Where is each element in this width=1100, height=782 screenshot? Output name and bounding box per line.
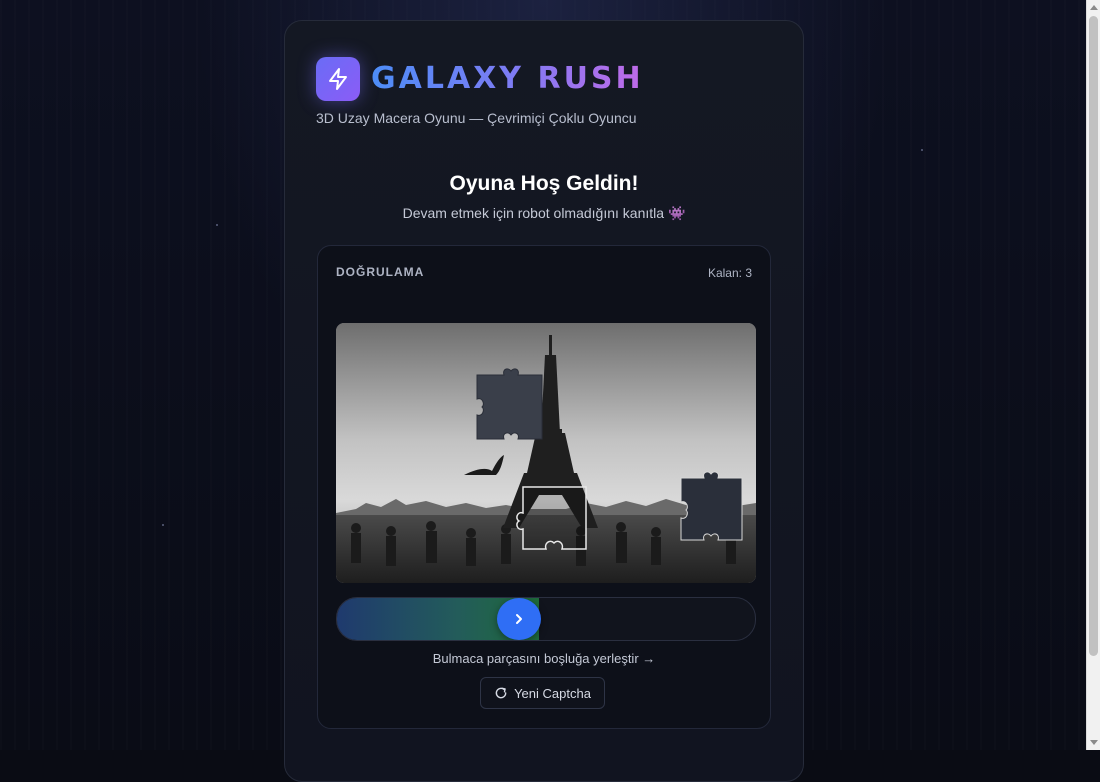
new-captcha-button[interactable]: Yeni Captcha [480, 677, 605, 709]
star-dot [216, 224, 218, 226]
scroll-down-icon[interactable] [1090, 740, 1098, 745]
captcha-slider[interactable] [336, 597, 756, 641]
vertical-scrollbar[interactable] [1086, 0, 1100, 750]
brand-tagline: 3D Uzay Macera Oyunu — Çevrimiçi Çoklu O… [316, 110, 637, 126]
refresh-icon [495, 687, 507, 699]
new-captcha-label: Yeni Captcha [514, 685, 591, 701]
star-dot [921, 149, 923, 151]
star-dot [162, 524, 164, 526]
chevron-right-icon [516, 614, 522, 624]
captcha-title: DOĞRULAMA [336, 265, 425, 279]
captcha-panel: DOĞRULAMA Kalan: 3 Bulmaca parçasını boş… [317, 245, 771, 729]
captcha-hint: Bulmaca parçasını boşluğa yerleştir → [432, 651, 656, 666]
welcome-title: Oyuna Hoş Geldin! [449, 172, 639, 195]
welcome-subtitle-text: Devam etmek için robot olmadığını kanıtl… [402, 205, 665, 221]
login-card: GALAXY RUSH 3D Uzay Macera Oyunu — Çevri… [284, 20, 804, 782]
lightning-icon [316, 57, 360, 101]
welcome-subtitle: Devam etmek için robot olmadığını kanıtl… [285, 205, 803, 222]
brand-title: GALAXY RUSH [371, 61, 644, 96]
captcha-remaining: Kalan: 3 [707, 266, 752, 280]
alien-emoji-icon: 👾 [667, 205, 686, 221]
slider-handle[interactable] [497, 598, 541, 640]
scrollbar-thumb[interactable] [1089, 16, 1098, 656]
scroll-up-icon[interactable] [1090, 5, 1098, 10]
captcha-puzzle-image [336, 323, 756, 583]
